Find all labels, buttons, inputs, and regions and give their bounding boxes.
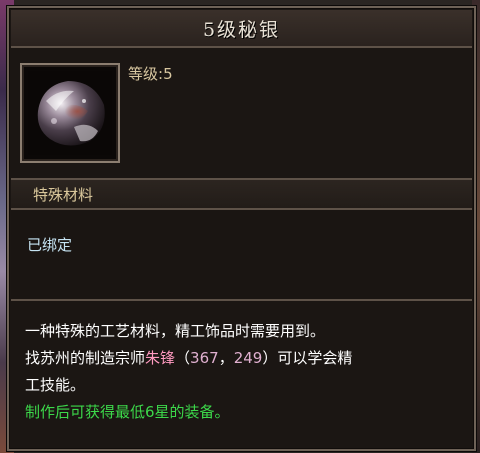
tooltip-title-bar: 5级秘银 (11, 10, 472, 48)
item-header: 等级:5 (11, 50, 472, 178)
item-description: 一种特殊的工艺材料，精工饰品时需要用到。 找苏州的制造宗师朱锋（367，249）… (11, 303, 472, 447)
star-requirement-line: 制作后可获得最低6星的装备。 (25, 403, 230, 421)
description-line: 工技能。 (25, 376, 86, 394)
item-type-row: 特殊材料 (11, 178, 472, 208)
item-tooltip: 5级秘银 等级:5 特殊材料 已绑定 一种特殊的工艺材料，精工饰品时需要用到。 … (7, 6, 476, 451)
level-label: 等级 (128, 65, 159, 83)
coord-y: 249 (233, 349, 263, 367)
item-icon-frame (20, 63, 120, 163)
coord-separator: ， (218, 349, 234, 367)
description-text: 找苏州的制造宗师 (25, 349, 146, 367)
description-text: 可以学会精 (277, 349, 353, 367)
level-value: 5 (163, 65, 173, 83)
item-type: 特殊材料 (33, 186, 94, 204)
npc-link[interactable]: 朱锋 (145, 349, 175, 367)
mithril-ore-icon (28, 71, 112, 155)
coord-close: ） (262, 349, 278, 367)
description-line: 找苏州的制造宗师朱锋（367，249）可以学会精 (25, 347, 352, 368)
item-name: 5级秘银 (202, 18, 281, 41)
coord-open: （ (175, 349, 191, 367)
description-line: 一种特殊的工艺材料，精工饰品时需要用到。 (25, 322, 326, 340)
bind-status: 已绑定 (27, 236, 73, 254)
coord-x: 367 (190, 349, 219, 367)
bind-section: 已绑定 (11, 208, 472, 301)
item-level: 等级:5 (128, 63, 173, 84)
